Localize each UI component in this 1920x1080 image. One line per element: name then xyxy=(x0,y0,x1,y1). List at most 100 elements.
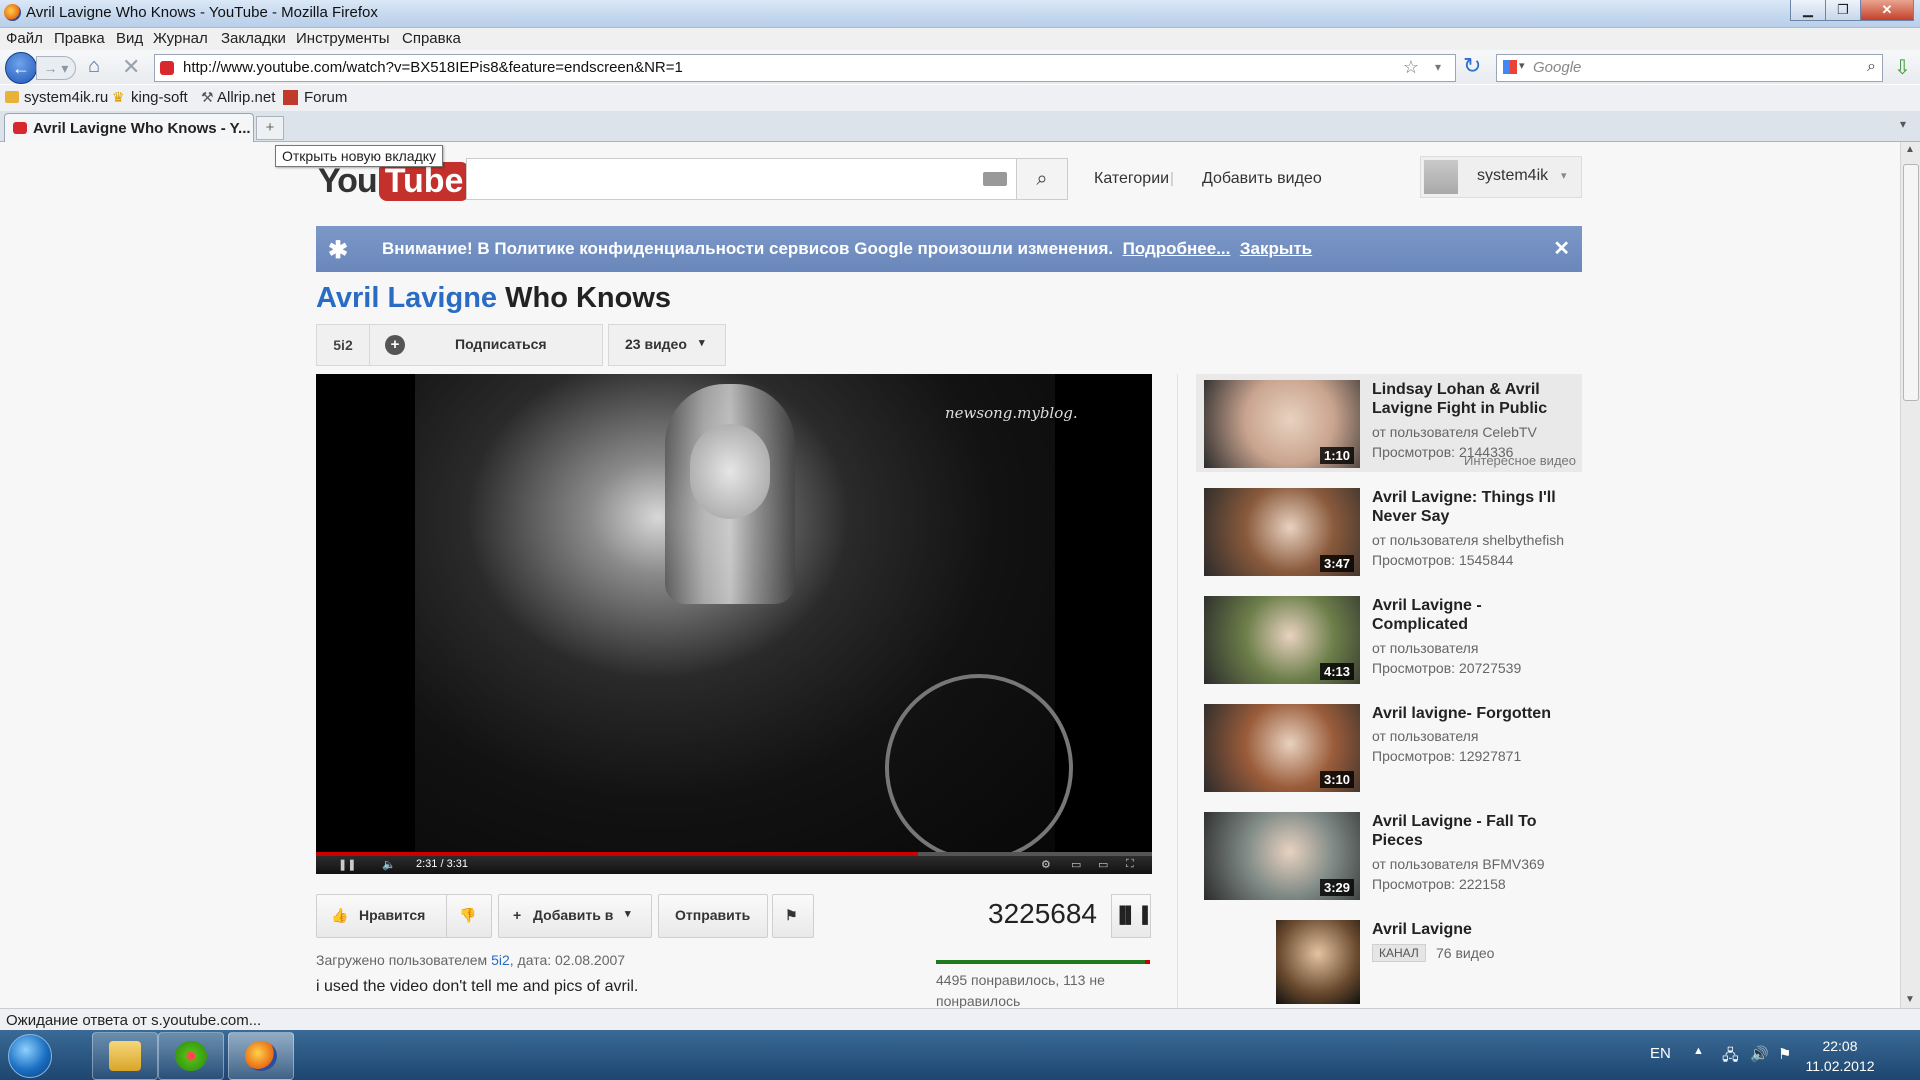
taskbar-firefox[interactable] xyxy=(228,1032,294,1080)
related-author: от пользователя xyxy=(1372,728,1479,744)
related-video-item[interactable]: 3:10 Avril lavigne- Forgotten от пользов… xyxy=(1196,698,1582,796)
downloads-icon[interactable]: ⇩ xyxy=(1894,55,1911,80)
bookmark-system4ik[interactable]: system4ik.ru xyxy=(24,89,108,106)
categories-link[interactable]: Категории xyxy=(1094,170,1169,188)
address-bar[interactable]: http://www.youtube.com/watch?v=BX518IEPi… xyxy=(154,54,1456,82)
youtube-search-input[interactable] xyxy=(466,158,1018,200)
related-title[interactable]: Avril lavigne- Forgotten xyxy=(1372,704,1578,723)
allrip-icon: ⚒ xyxy=(201,89,214,105)
tray-expand-icon[interactable]: ▲ xyxy=(1693,1045,1704,1057)
related-video-item[interactable]: 3:29 Avril Lavigne - Fall To Pieces от п… xyxy=(1196,806,1582,904)
close-window-button[interactable]: ✕ xyxy=(1860,0,1914,21)
video-thumbnail[interactable]: 4:13 xyxy=(1204,596,1360,684)
google-engine-icon[interactable] xyxy=(1503,60,1517,74)
menu-bookmarks[interactable]: Закладки xyxy=(221,30,286,47)
taskbar-explorer[interactable] xyxy=(92,1032,158,1080)
related-title[interactable]: Avril Lavigne: Things I'll Never Say xyxy=(1372,488,1578,526)
language-indicator[interactable]: EN xyxy=(1650,1045,1671,1062)
subscribe-button[interactable]: Подписаться xyxy=(455,336,547,352)
menu-view[interactable]: Вид xyxy=(116,30,143,47)
minimize-button[interactable]: ▁ xyxy=(1790,0,1826,21)
youtube-logo[interactable]: You Tube xyxy=(318,162,470,201)
video-player[interactable]: newsong.myblog. ❚❚ 🔈 2:31 / 3:31 ⚙ ▭ ▭ ⛶ xyxy=(316,374,1152,874)
related-title[interactable]: Lindsay Lohan & Avril Lavigne Fight in P… xyxy=(1372,380,1578,418)
related-video-item[interactable]: 1:10 Lindsay Lohan & Avril Lavigne Fight… xyxy=(1196,374,1582,472)
vertical-scrollbar[interactable]: ▲ ▼ xyxy=(1900,142,1920,1008)
related-author: от пользователя CelebTV xyxy=(1372,424,1537,440)
close-icon[interactable]: ✕ xyxy=(1553,236,1570,261)
video-frame[interactable]: newsong.myblog. xyxy=(415,374,1078,862)
scroll-up-icon[interactable]: ▲ xyxy=(1905,144,1915,155)
flag-icon[interactable]: ⚑ xyxy=(1778,1045,1791,1063)
youtube-search-button[interactable]: ⌕ xyxy=(1016,158,1068,200)
related-video-item[interactable]: 3:47 Avril Lavigne: Things I'll Never Sa… xyxy=(1196,482,1582,580)
menu-help[interactable]: Справка xyxy=(402,30,461,47)
settings-gear-icon[interactable]: ⚙ xyxy=(1041,858,1051,871)
bicycle-wheel xyxy=(885,674,1073,862)
video-thumbnail[interactable]: 3:47 xyxy=(1204,488,1360,576)
bookmark-king-soft[interactable]: king-soft xyxy=(131,89,188,106)
menu-file[interactable]: Файл xyxy=(6,30,43,47)
folder-icon xyxy=(109,1041,141,1071)
nav-separator: | xyxy=(1170,170,1174,187)
stop-icon[interactable]: ✕ xyxy=(122,54,140,80)
network-icon[interactable]: 🖧 xyxy=(1722,1045,1739,1070)
video-thumbnail[interactable]: 1:10 xyxy=(1204,380,1360,468)
channel-avatar[interactable] xyxy=(1276,920,1360,1004)
web-search-field[interactable]: ▾ Google ⌕ xyxy=(1496,54,1883,82)
user-menu[interactable]: system4ik ▾ xyxy=(1420,156,1582,198)
search-icon[interactable]: ⌕ xyxy=(1867,58,1876,76)
volume-icon[interactable]: 🔈 xyxy=(382,858,396,871)
fullscreen-icon[interactable]: ⛶ xyxy=(1126,858,1134,871)
uploader-link[interactable]: 5i2 xyxy=(491,952,510,968)
plus-icon[interactable]: + xyxy=(385,335,405,355)
video-title-channel[interactable]: Avril Lavigne xyxy=(316,282,497,314)
menu-edit[interactable]: Правка xyxy=(54,30,105,47)
url-dropdown-icon[interactable]: ▾ xyxy=(1435,60,1441,74)
upload-prefix: Загружено пользователем xyxy=(316,952,488,968)
bookmark-star-icon[interactable]: ☆ xyxy=(1403,57,1419,78)
maximize-button[interactable]: ❐ xyxy=(1825,0,1861,21)
related-title[interactable]: Avril Lavigne - Complicated xyxy=(1372,596,1578,634)
large-player-icon[interactable]: ▭ xyxy=(1098,858,1108,871)
back-button[interactable]: ← xyxy=(5,52,37,84)
reload-icon[interactable]: ↻ xyxy=(1463,53,1481,79)
video-thumbnail[interactable]: 3:10 xyxy=(1204,704,1360,792)
notice-close-link[interactable]: Закрыть xyxy=(1240,239,1312,258)
share-button[interactable]: Отправить xyxy=(658,894,768,938)
channel-title[interactable]: Avril Lavigne xyxy=(1372,920,1578,939)
clock[interactable]: 22:08 11.02.2012 xyxy=(1800,1036,1880,1076)
notice-more-link[interactable]: Подробнее... xyxy=(1123,239,1231,258)
add-to-button[interactable]: + Добавить в ▾ xyxy=(498,894,652,938)
home-icon[interactable]: ⌂ xyxy=(88,55,100,78)
related-title[interactable]: Avril Lavigne - Fall To Pieces xyxy=(1372,812,1578,850)
forward-button[interactable]: → ▾ xyxy=(36,56,76,80)
menu-bar: Файл Правка Вид Журнал Закладки Инструме… xyxy=(0,28,1920,50)
pause-icon[interactable]: ❚❚ xyxy=(338,858,356,871)
upload-video-link[interactable]: Добавить видео xyxy=(1202,170,1322,188)
taskbar-icq[interactable] xyxy=(158,1032,224,1080)
tab-list-icon[interactable]: ▾ xyxy=(1900,117,1906,131)
stats-button[interactable]: ▐▌▐ xyxy=(1111,894,1151,938)
tab-active[interactable]: Avril Lavigne Who Knows - Y... xyxy=(4,113,254,142)
bookmark-allrip[interactable]: Allrip.net xyxy=(217,89,275,106)
new-tab-button[interactable]: + xyxy=(256,116,284,140)
bookmark-forum[interactable]: Forum xyxy=(304,89,347,106)
menu-history[interactable]: Журнал xyxy=(153,30,208,47)
keyboard-icon[interactable] xyxy=(983,172,1007,186)
related-video-item[interactable]: 4:13 Avril Lavigne - Complicated от поль… xyxy=(1196,590,1582,688)
engine-dropdown-icon[interactable]: ▾ xyxy=(1519,59,1525,72)
scroll-down-icon[interactable]: ▼ xyxy=(1905,994,1915,1005)
channel-videos-button[interactable]: 23 видео ▾ xyxy=(608,324,726,366)
video-thumbnail[interactable]: 3:29 xyxy=(1204,812,1360,900)
start-button[interactable] xyxy=(8,1034,52,1078)
flag-button[interactable]: ⚑ xyxy=(772,894,814,938)
volume-icon[interactable]: 🔊 xyxy=(1750,1045,1769,1063)
channel-name-button[interactable]: 5i2 xyxy=(317,325,370,365)
crown-icon: ♛ xyxy=(112,89,125,105)
channel-card[interactable]: Avril Lavigne КАНАЛ 76 видео xyxy=(1196,914,1582,1008)
scroll-thumb[interactable] xyxy=(1903,164,1919,401)
small-player-icon[interactable]: ▭ xyxy=(1071,858,1081,871)
menu-tools[interactable]: Инструменты xyxy=(296,30,390,47)
dislike-button[interactable]: 👎 xyxy=(446,894,492,938)
